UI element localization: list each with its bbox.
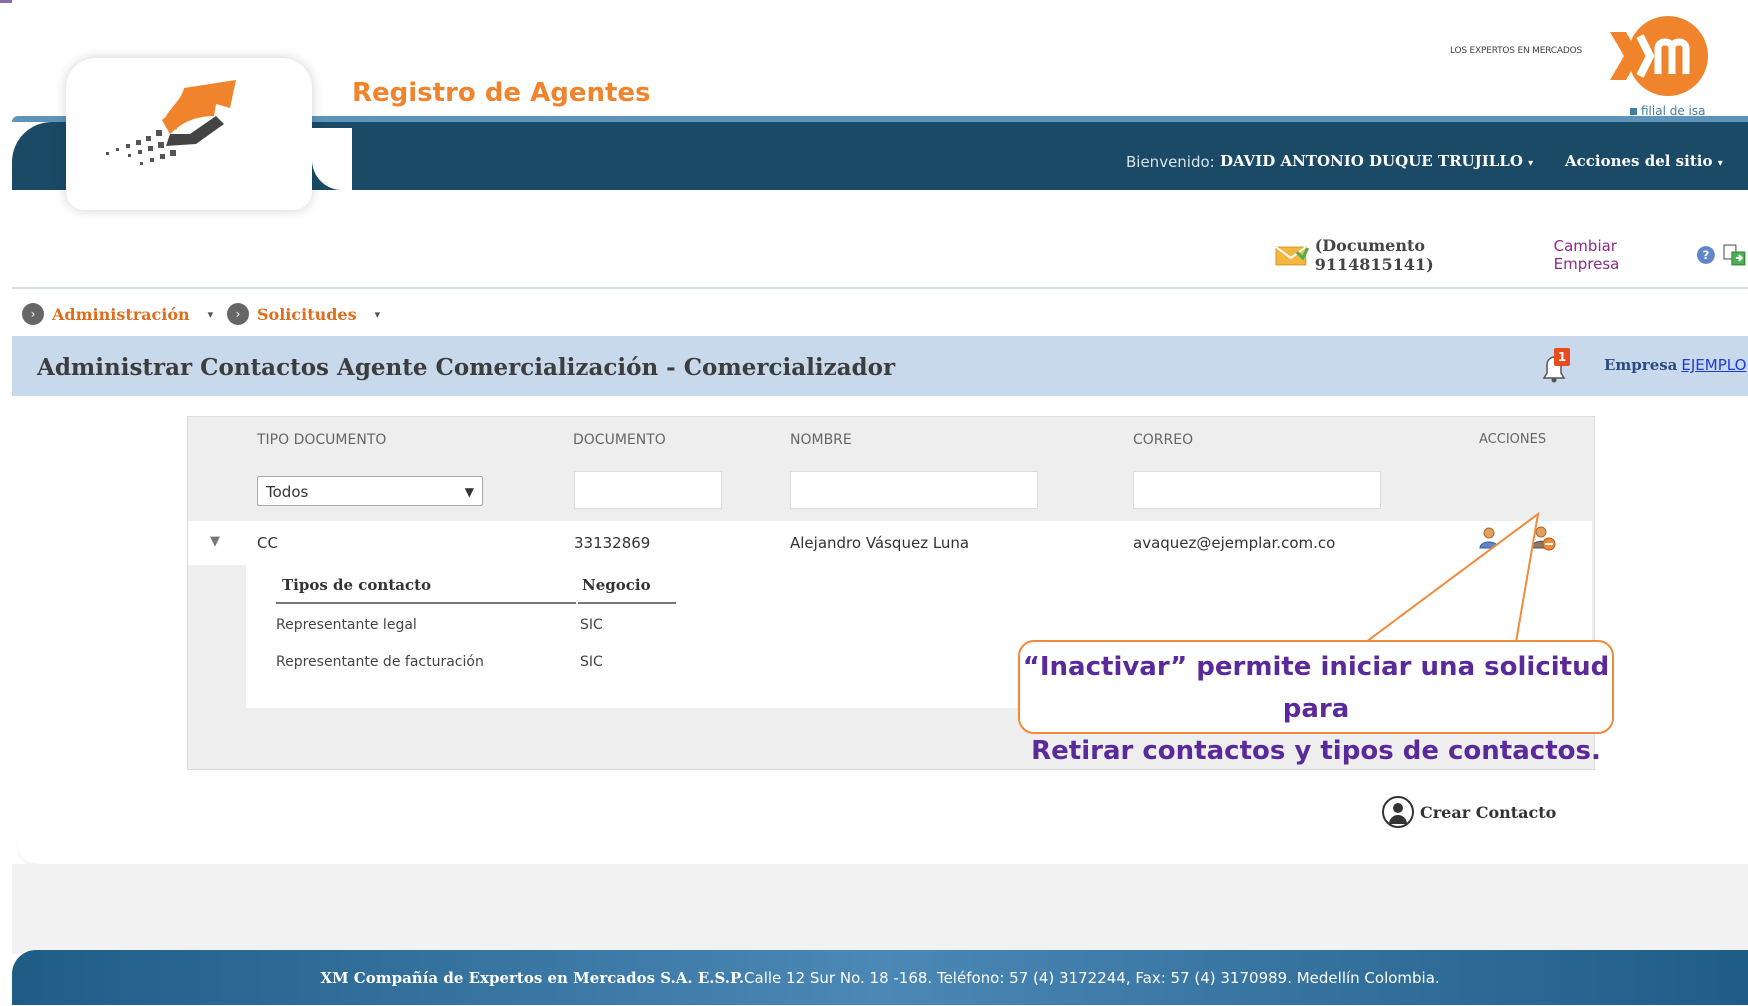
- envelope-icon: [1275, 246, 1309, 266]
- sub-cell-tipo: Representante de facturación: [276, 654, 484, 670]
- chevron-right-icon: ›: [227, 303, 249, 325]
- callout-line: “Inactivar” permite iniciar una solicitu…: [1022, 652, 1610, 724]
- logo-tab: [66, 58, 312, 210]
- empresa-link[interactable]: EJEMPLO: [1681, 356, 1746, 374]
- page-title: Administrar Contactos Agente Comercializ…: [37, 354, 896, 381]
- page-bottom-band: [12, 864, 1748, 954]
- subheader-negocio: Negocio: [582, 576, 651, 594]
- notifications-bell[interactable]: 1: [1536, 348, 1572, 388]
- add-contact-icon: [1382, 796, 1414, 828]
- xm-logo-icon: [1610, 14, 1710, 98]
- subheader-tipos-contacto: Tipos de contacto: [282, 576, 432, 594]
- empresa-label: Empresa: [1604, 356, 1678, 374]
- column-header-tipo-documento[interactable]: TIPO DOCUMENTO: [257, 432, 386, 448]
- welcome-label: Bienvenido:: [1126, 153, 1215, 171]
- user-menu[interactable]: DAVID ANTONIO DUQUE TRUJILLO ▾: [1220, 152, 1533, 170]
- inactivate-contact-icon[interactable]: [1530, 524, 1556, 552]
- footer: XM Compañía de Expertos en Mercados S.A.…: [12, 950, 1748, 1005]
- column-header-acciones: ACCIONES: [1479, 432, 1547, 447]
- cell-nombre: Alejandro Vásquez Luna: [790, 534, 970, 552]
- chevron-down-icon: ▼: [464, 485, 474, 499]
- site-actions-menu[interactable]: Acciones del sitio ▾: [1565, 152, 1723, 170]
- column-header-documento[interactable]: DOCUMENTO: [573, 432, 666, 448]
- cell-documento: 33132869: [574, 534, 651, 552]
- document-row: (Documento 9114815141) Cambiar Empresa ?: [1275, 236, 1748, 274]
- user-name: DAVID ANTONIO DUQUE TRUJILLO: [1220, 152, 1523, 170]
- document-number: (Documento 9114815141): [1314, 236, 1434, 274]
- column-header-nombre[interactable]: NOMBRE: [790, 432, 852, 448]
- subheader-underline: [578, 602, 676, 604]
- view-contact-icon[interactable]: [1508, 530, 1520, 550]
- breadcrumb-item-solicitudes[interactable]: › Solicitudes ▾: [227, 302, 380, 326]
- footer-address: Calle 12 Sur No. 18 -168. Teléfono: 57 (…: [744, 969, 1440, 987]
- callout-line: Retirar contactos y tipos de contactos.: [1031, 736, 1601, 766]
- footer-company: XM Compañía de Expertos en Mercados S.A.…: [320, 969, 745, 987]
- filial-square-icon: [1630, 108, 1637, 115]
- help-icon[interactable]: ?: [1696, 245, 1716, 265]
- collapse-row-icon[interactable]: ▼: [210, 534, 220, 549]
- tipo-documento-filter[interactable]: Todos ▼: [257, 476, 483, 506]
- correo-filter-input[interactable]: [1133, 471, 1381, 509]
- breadcrumb-item-administracion[interactable]: › Administración ▾: [22, 302, 213, 326]
- chevron-down-icon: ▾: [1717, 158, 1723, 169]
- breadcrumb-label: Solicitudes: [257, 304, 357, 324]
- edit-contact-icon[interactable]: [1478, 526, 1500, 550]
- column-header-correo[interactable]: CORREO: [1133, 432, 1193, 448]
- chevron-down-icon: ▾: [207, 307, 214, 321]
- chevron-right-icon: ›: [22, 303, 44, 325]
- separator: [12, 287, 1748, 289]
- app-title: Registro de Agentes: [352, 78, 651, 108]
- create-contact-button[interactable]: Crear Contacto: [1382, 796, 1556, 828]
- create-contact-label: Crear Contacto: [1420, 802, 1557, 822]
- chevron-down-icon: ▾: [374, 307, 381, 321]
- switch-company-icon[interactable]: [1722, 243, 1748, 267]
- change-company-link[interactable]: Cambiar Empresa: [1554, 237, 1687, 273]
- registro-logo-icon: [106, 80, 236, 165]
- sub-cell-negocio: SIC: [580, 654, 603, 670]
- cell-correo: avaquez@ejemplar.com.co: [1133, 534, 1336, 552]
- breadcrumb-label: Administración: [52, 304, 190, 324]
- chevron-down-icon: ▾: [1528, 158, 1534, 169]
- filter-select-value: Todos: [266, 483, 309, 501]
- sub-cell-tipo: Representante legal: [276, 617, 417, 633]
- empresa-info: Empresa EJEMPLO: [1604, 356, 1746, 374]
- notification-badge: 1: [1554, 348, 1570, 366]
- brand-tagline: LOS EXPERTOS EN MERCADOS: [1450, 46, 1582, 56]
- nombre-filter-input[interactable]: [790, 471, 1038, 509]
- detail-gutter: [188, 565, 246, 708]
- brand-subtitle: filial de isa: [1630, 104, 1705, 118]
- callout-box: “Inactivar” permite iniciar una solicitu…: [1018, 640, 1614, 766]
- documento-filter-input[interactable]: [574, 471, 722, 509]
- sub-cell-negocio: SIC: [580, 617, 603, 633]
- svg-text:?: ?: [1703, 248, 1710, 262]
- cell-tipo: CC: [257, 534, 278, 552]
- site-actions-label: Acciones del sitio: [1565, 152, 1713, 170]
- subheader-underline: [276, 602, 576, 604]
- brand-subtitle-text: filial de isa: [1641, 104, 1706, 118]
